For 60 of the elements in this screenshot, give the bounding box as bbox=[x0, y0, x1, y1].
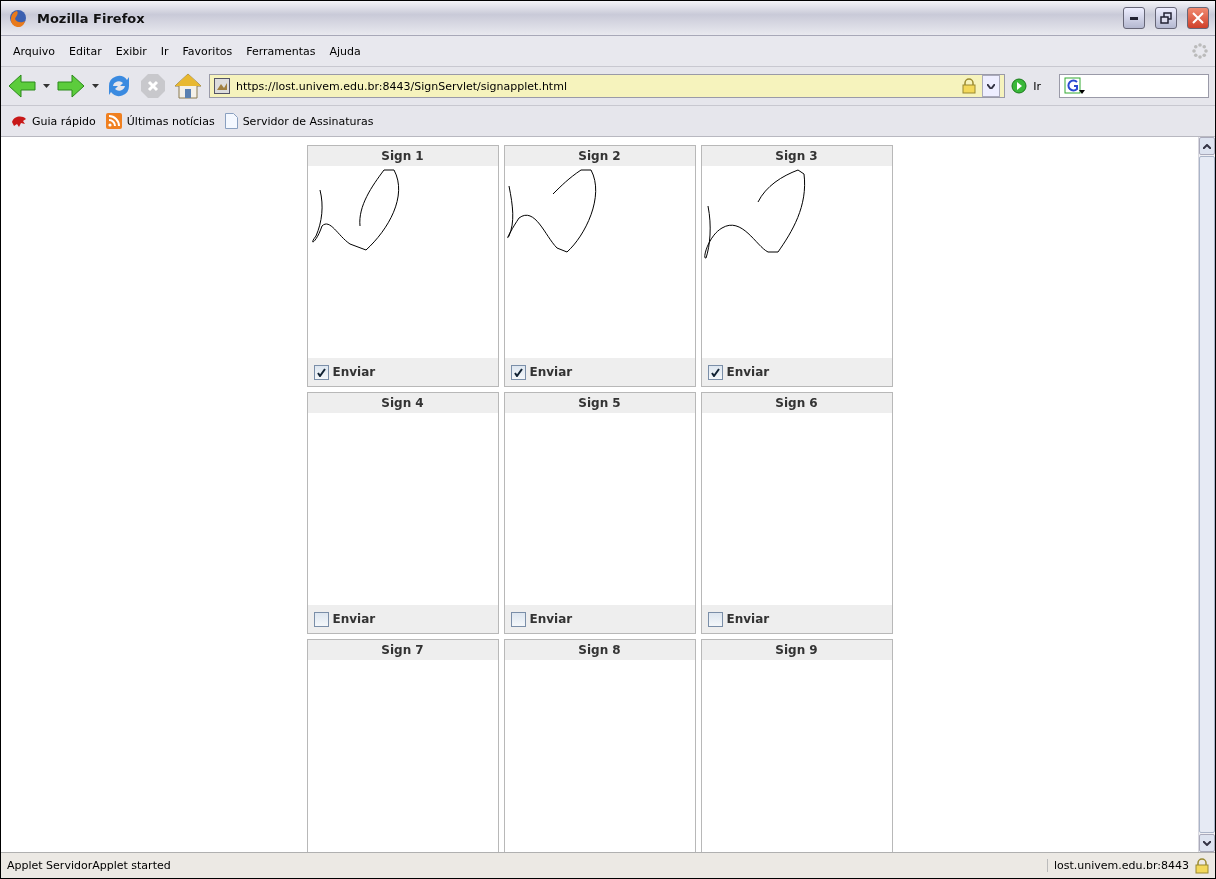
restore-icon bbox=[1160, 12, 1172, 24]
caret-icon[interactable] bbox=[92, 84, 99, 88]
address-field[interactable]: https://lost.univem.edu.br:8443/SignServlet/signapplet.html bbox=[209, 74, 1006, 98]
chevron-down-icon bbox=[987, 83, 996, 89]
minimize-button[interactable] bbox=[1123, 7, 1145, 29]
padlock-icon bbox=[962, 78, 977, 94]
panel-title: Sign 5 bbox=[578, 396, 621, 410]
page-icon bbox=[224, 113, 238, 129]
send-checkbox[interactable]: Enviar bbox=[707, 364, 770, 380]
menu-item[interactable]: Editar bbox=[63, 42, 108, 60]
dropdown-button[interactable] bbox=[982, 75, 1001, 97]
forward-arrow-icon[interactable] bbox=[56, 73, 86, 99]
panel-title: Sign 8 bbox=[578, 643, 621, 657]
search-field[interactable] bbox=[1059, 74, 1209, 98]
go-icon[interactable] bbox=[1011, 78, 1028, 94]
panel-title: Sign 2 bbox=[578, 149, 621, 163]
menu-item[interactable]: Exibir bbox=[109, 42, 153, 60]
menu-item[interactable]: Ajuda bbox=[323, 42, 367, 60]
vertical-scrollbar[interactable] bbox=[1198, 137, 1215, 852]
close-icon bbox=[1192, 12, 1204, 24]
menu-item[interactable]: Favoritos bbox=[176, 42, 239, 60]
panel-title: Sign 7 bbox=[381, 643, 424, 657]
send-checkbox[interactable]: Enviar bbox=[510, 364, 573, 380]
panel-title: Sign 3 bbox=[775, 149, 818, 163]
bookmark-link[interactable]: Guia rápido bbox=[11, 114, 96, 128]
send-checkbox[interactable]: Enviar bbox=[510, 611, 573, 627]
bookmark-link[interactable]: Servidor de Assinaturas bbox=[224, 113, 374, 129]
checkmark-icon bbox=[513, 367, 523, 377]
panel-title: Sign 9 bbox=[775, 643, 818, 657]
close-button[interactable] bbox=[1187, 7, 1209, 29]
menu-item[interactable]: Arquivo bbox=[7, 42, 62, 60]
chevron-down-icon[interactable] bbox=[1203, 840, 1211, 846]
go-label[interactable]: Ir bbox=[1033, 79, 1041, 93]
page-favicon-icon bbox=[214, 78, 230, 94]
search-engine-icon bbox=[1064, 77, 1086, 95]
caret-icon[interactable] bbox=[43, 84, 50, 88]
menu-item[interactable]: Ferramentas bbox=[240, 42, 322, 60]
window-title: Mozilla Firefox bbox=[37, 10, 146, 26]
throbber-icon bbox=[1191, 42, 1209, 60]
padlock-icon bbox=[1195, 857, 1209, 874]
status-message: Applet ServidorApplet started bbox=[7, 859, 172, 872]
browser-logo-icon bbox=[9, 9, 27, 27]
back-arrow-icon[interactable] bbox=[7, 73, 37, 99]
status-host: lost.univem.edu.br:8443 bbox=[1046, 859, 1189, 872]
minimize-icon bbox=[1130, 16, 1138, 20]
dinosaur-icon bbox=[11, 114, 27, 128]
panel-title: Sign 6 bbox=[775, 396, 818, 410]
checkmark-icon bbox=[710, 367, 720, 377]
restore-button[interactable] bbox=[1155, 7, 1177, 29]
panel-title: Sign 4 bbox=[381, 396, 424, 410]
send-checkbox[interactable]: Enviar bbox=[707, 611, 770, 627]
menu-item[interactable]: Ir bbox=[154, 42, 175, 60]
send-checkbox[interactable]: Enviar bbox=[313, 364, 376, 380]
feed-icon bbox=[105, 113, 122, 129]
chevron-up-icon[interactable] bbox=[1203, 143, 1211, 149]
bookmark-link[interactable]: Últimas notícias bbox=[105, 113, 215, 129]
panel-title: Sign 1 bbox=[381, 149, 424, 163]
send-checkbox[interactable]: Enviar bbox=[313, 611, 376, 627]
checkmark-icon bbox=[316, 367, 326, 377]
home-icon[interactable] bbox=[173, 72, 203, 100]
